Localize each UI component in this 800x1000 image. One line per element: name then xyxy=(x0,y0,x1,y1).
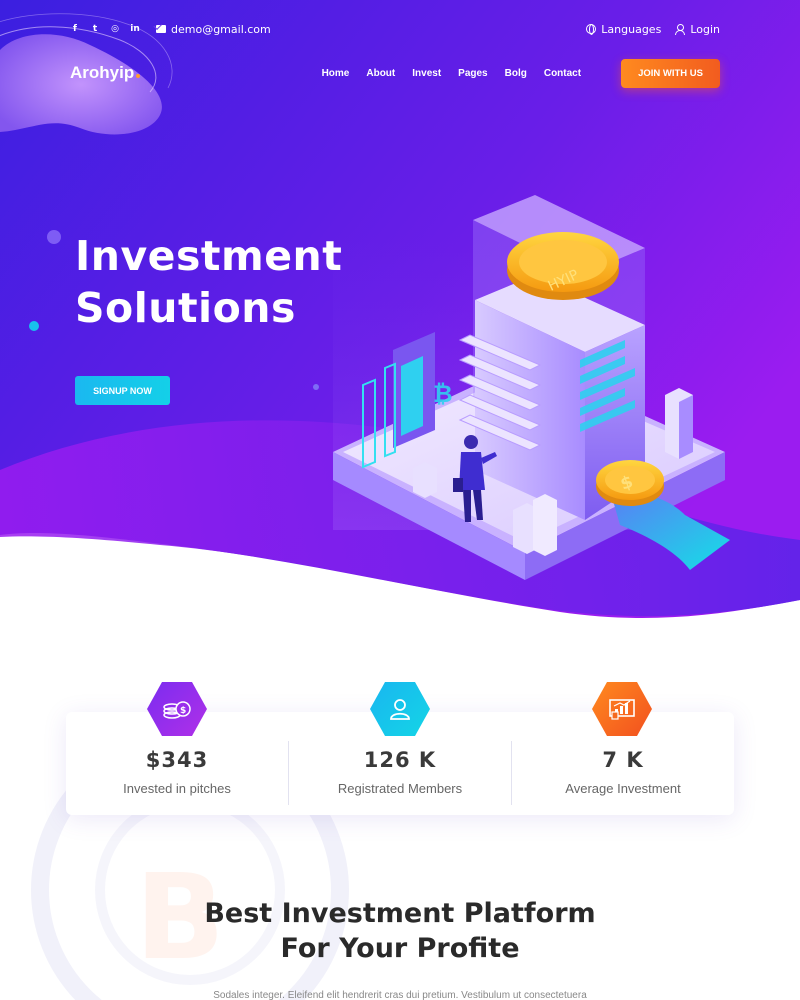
nav-item-invest[interactable]: Invest xyxy=(412,68,441,79)
signup-button[interactable]: SIGNUP NOW xyxy=(75,376,170,405)
stat-label: Invested in pitches xyxy=(123,781,231,796)
join-button[interactable]: JOIN WITH US xyxy=(621,58,720,88)
twitter-icon[interactable]: t xyxy=(90,24,100,34)
languages-label: Languages xyxy=(601,22,662,36)
nav-menu: Home About Invest Pages Bolg Contact xyxy=(322,68,582,79)
languages-link[interactable]: Languages xyxy=(586,23,661,36)
nav-item-blog[interactable]: Bolg xyxy=(505,68,527,79)
logo[interactable]: Arohyip xyxy=(70,63,141,83)
section-title: Best Investment Platform For Your Profit… xyxy=(0,896,800,966)
investment-illustration: ₿ HYIP $ xyxy=(333,195,730,580)
nav-item-contact[interactable]: Contact xyxy=(544,68,581,79)
top-right-links: Languages Login xyxy=(586,23,720,36)
email-text: demo@gmail.com xyxy=(171,22,271,36)
nav-item-pages[interactable]: Pages xyxy=(458,68,487,79)
stat-value: 7 K xyxy=(602,748,644,772)
facebook-icon[interactable]: f xyxy=(70,24,80,34)
main-navbar: Arohyip Home About Invest Pages Bolg Con… xyxy=(70,58,720,88)
nav-item-home[interactable]: Home xyxy=(322,68,350,79)
nav-right: Home About Invest Pages Bolg Contact JOI… xyxy=(322,58,720,88)
top-bar: f t ◎ in demo@gmail.com Languages Login xyxy=(70,20,720,38)
social-links: f t ◎ in demo@gmail.com xyxy=(70,23,271,36)
stat-label: Registrated Members xyxy=(337,781,463,796)
nav-item-about[interactable]: About xyxy=(366,68,395,79)
hero-title-line2: Solutions xyxy=(75,284,296,332)
section-title-line2: For Your Profite xyxy=(280,933,520,964)
hero-title: Investment Solutions xyxy=(75,230,342,334)
svg-text:$: $ xyxy=(180,706,186,716)
user-icon xyxy=(675,23,686,35)
login-label: Login xyxy=(690,22,720,36)
instagram-icon[interactable]: ◎ xyxy=(110,24,120,34)
stat-value: $343 xyxy=(145,748,209,772)
hero-title-line1: Investment xyxy=(75,232,343,280)
hero-section: f t ◎ in demo@gmail.com Languages Login … xyxy=(0,0,800,640)
section-description: Sodales integer. Eleifend elit hendrerit… xyxy=(213,990,587,1000)
svg-text:₿: ₿ xyxy=(433,380,453,408)
globe-icon xyxy=(586,24,597,35)
mail-icon xyxy=(156,25,166,33)
stat-value: 126 K xyxy=(363,748,437,772)
stat-label: Average Investment xyxy=(565,781,681,796)
email-link[interactable]: demo@gmail.com xyxy=(156,23,271,36)
logo-dot xyxy=(136,74,141,78)
login-link[interactable]: Login xyxy=(675,23,720,36)
section-title-line1: Best Investment Platform xyxy=(204,898,596,929)
linkedin-icon[interactable]: in xyxy=(130,24,140,34)
logo-text: Arohyip xyxy=(70,63,135,82)
